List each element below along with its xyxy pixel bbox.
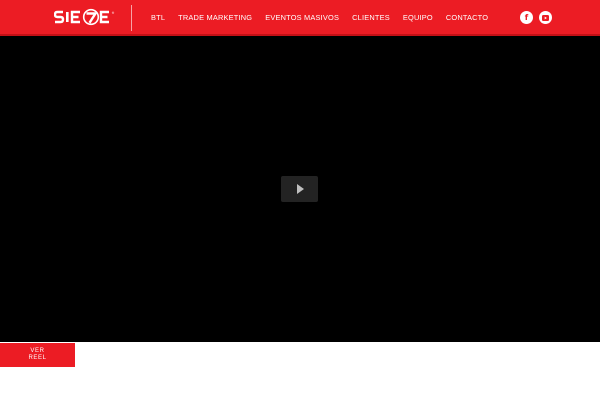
youtube-icon[interactable] bbox=[539, 11, 552, 24]
nav-item-trade-marketing[interactable]: TRADE MARKETING bbox=[178, 12, 252, 24]
facebook-icon[interactable]: f bbox=[520, 11, 533, 24]
site-header: ® BTL TRADE MARKETING EVENTOS MASIVOS CL… bbox=[0, 0, 600, 35]
ver-reel-label-line1: VER bbox=[30, 348, 45, 354]
sieete-logo[interactable]: ® bbox=[54, 8, 116, 26]
play-icon bbox=[297, 184, 304, 194]
nav-item-contacto[interactable]: CONTACTO bbox=[446, 12, 488, 24]
ver-reel-button[interactable]: VER REEL bbox=[0, 343, 75, 367]
video-player[interactable] bbox=[0, 36, 600, 342]
main-nav: BTL TRADE MARKETING EVENTOS MASIVOS CLIE… bbox=[151, 11, 488, 25]
facebook-glyph: f bbox=[524, 12, 529, 22]
nav-item-clientes[interactable]: CLIENTES bbox=[352, 12, 390, 24]
nav-item-eventos-masivos[interactable]: EVENTOS MASIVOS bbox=[265, 12, 339, 24]
nav-item-btl[interactable]: BTL bbox=[151, 12, 165, 24]
svg-text:®: ® bbox=[112, 11, 115, 15]
page: ® BTL TRADE MARKETING EVENTOS MASIVOS CL… bbox=[0, 0, 600, 400]
ver-reel-label-line2: REEL bbox=[28, 355, 47, 361]
youtube-glyph bbox=[542, 14, 549, 21]
play-button[interactable] bbox=[281, 176, 318, 202]
logo-divider bbox=[131, 5, 132, 31]
nav-item-equipo[interactable]: EQUIPO bbox=[403, 12, 433, 24]
